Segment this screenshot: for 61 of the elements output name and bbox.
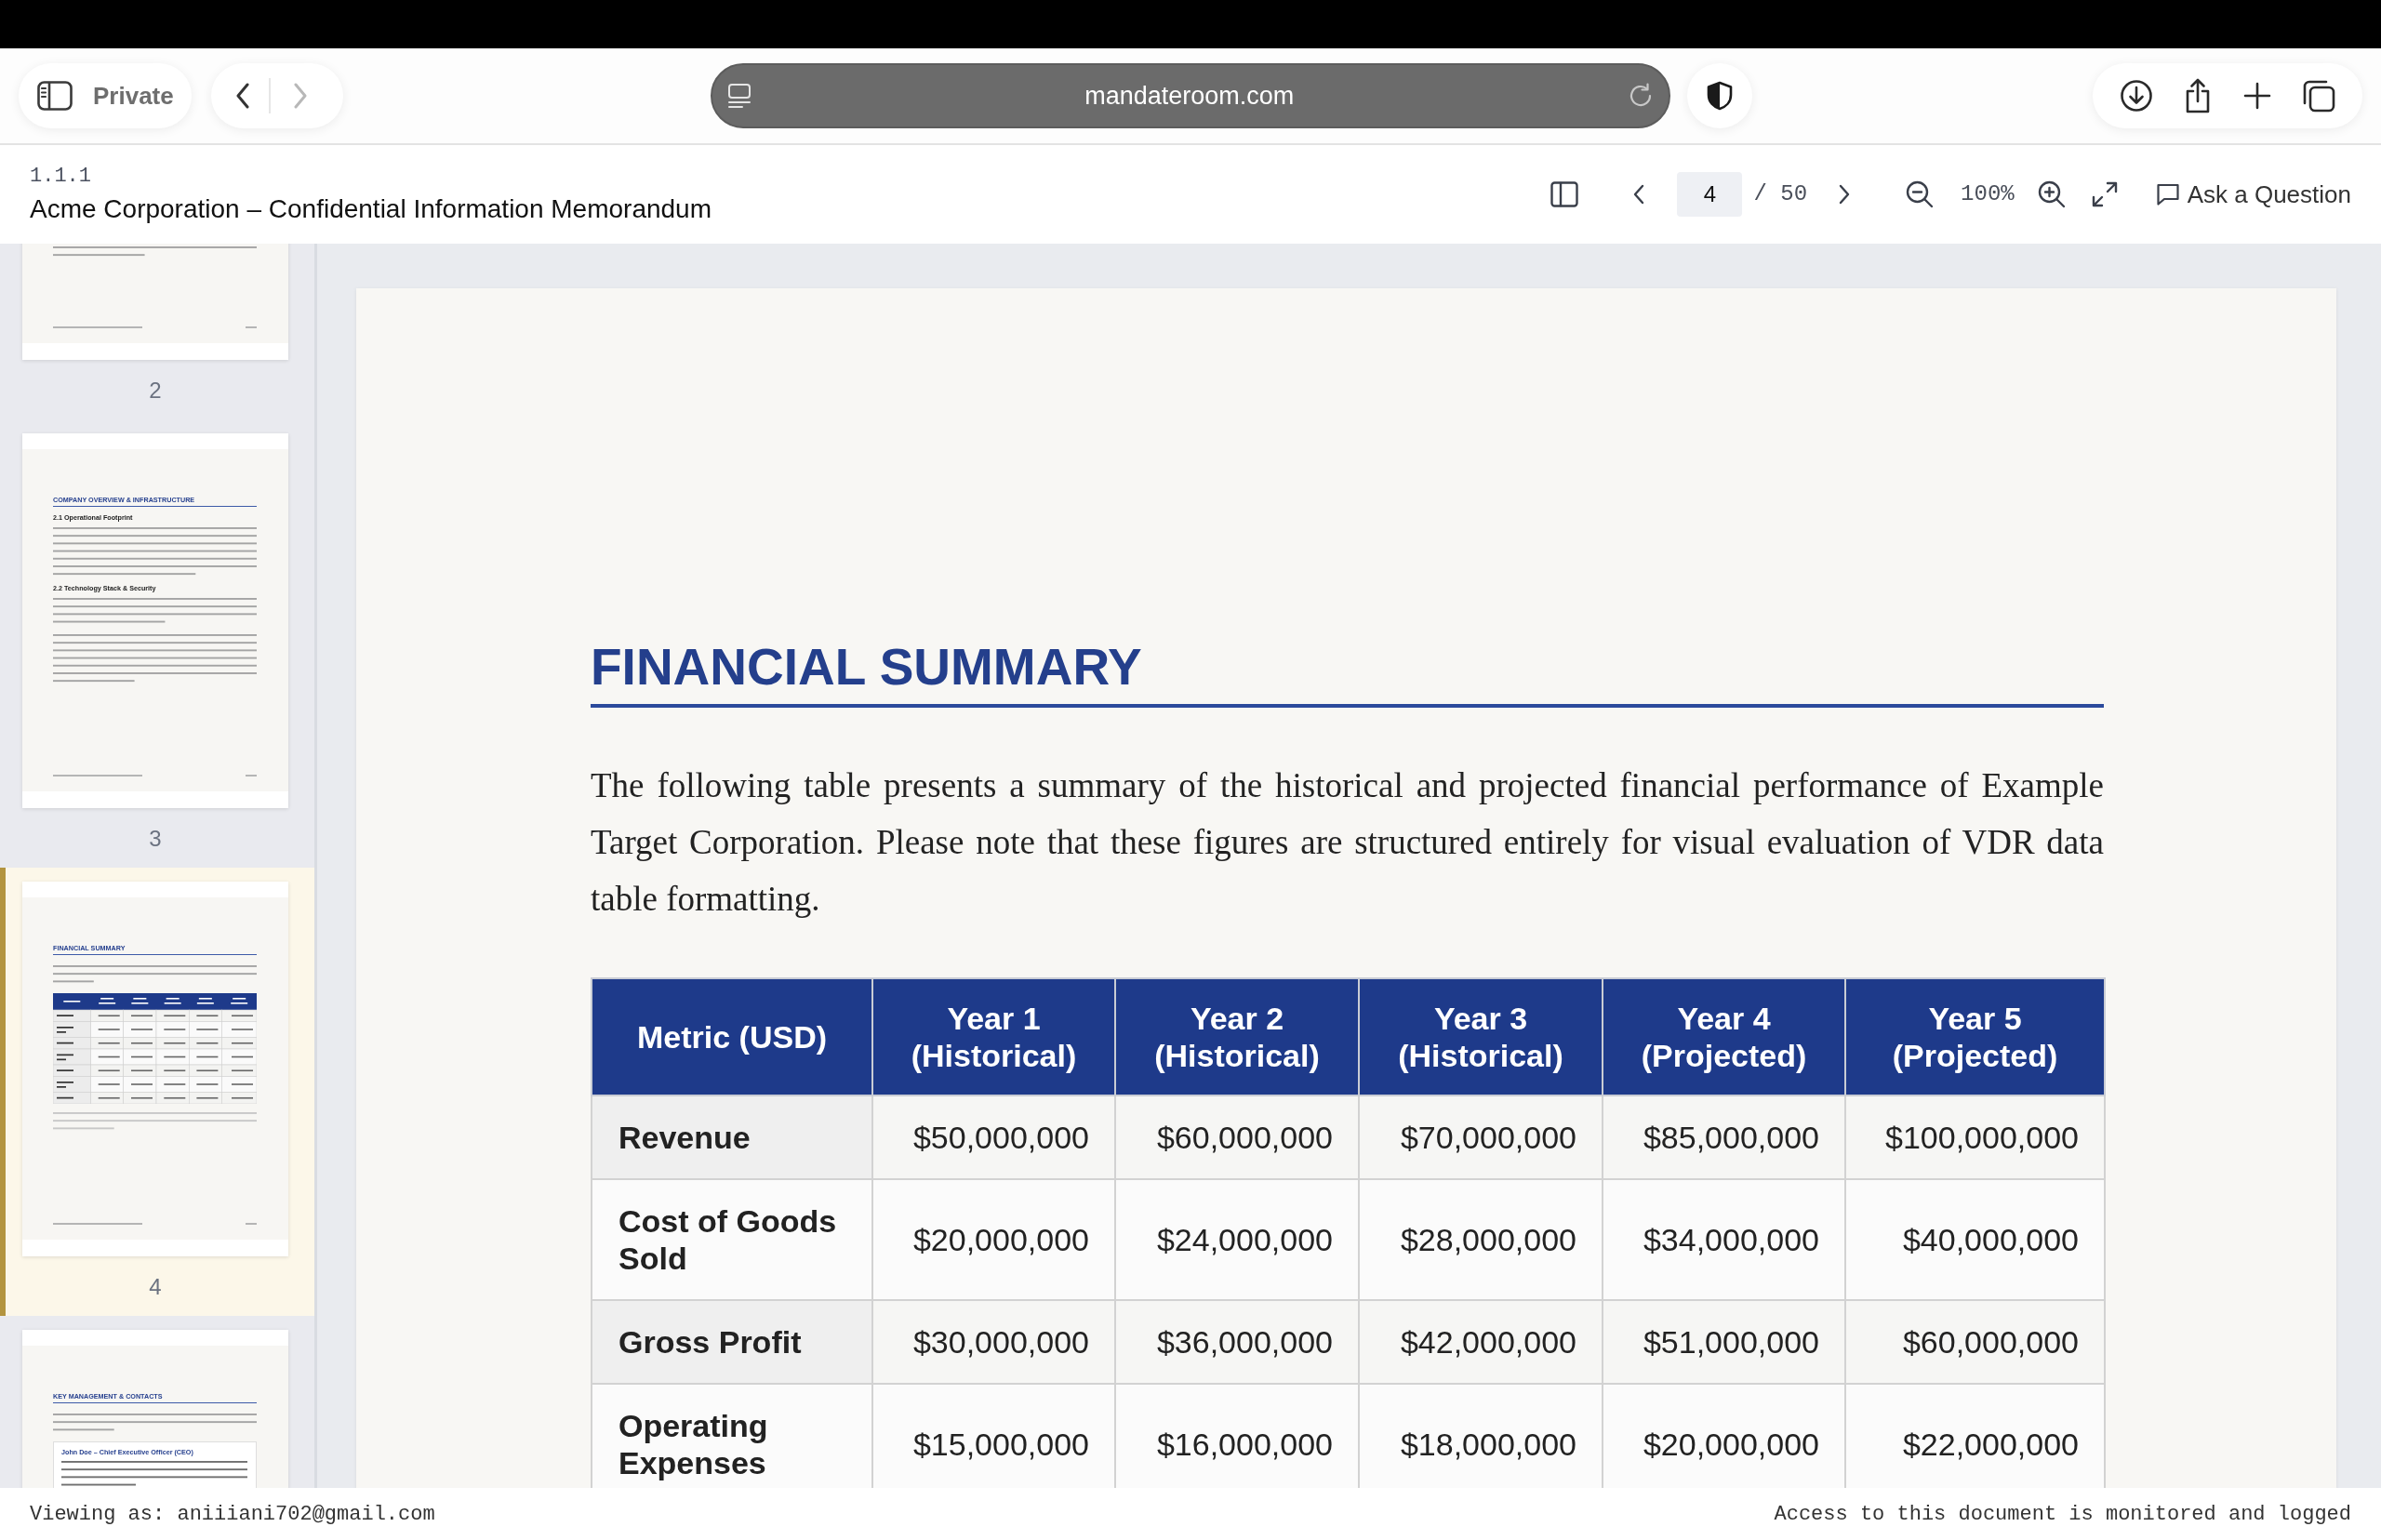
- document-title: Acme Corporation – Confidential Information Memorandum: [30, 192, 712, 225]
- sidebar-icon: [37, 81, 73, 111]
- table-header-cell: Year 1 (Historical): [872, 978, 1115, 1095]
- address-bar[interactable]: mandateroom.com: [710, 63, 1670, 128]
- version-label: 1.1.1: [30, 164, 91, 189]
- table-cell: $15,000,000: [872, 1384, 1115, 1488]
- table-header-cell: Year 3 (Historical): [1359, 978, 1603, 1095]
- chat-bubble-icon: [2155, 182, 2180, 206]
- ask-question-button[interactable]: Ask a Question: [2155, 176, 2351, 213]
- page-number-label: 2: [148, 377, 163, 404]
- monitoring-notice-text: Access to this document is monitored and logged: [1774, 1501, 2351, 1528]
- thumbnail-item[interactable]: 2: [0, 244, 314, 419]
- page-icon[interactable]: [726, 83, 752, 109]
- tabs-icon[interactable]: [2302, 79, 2336, 113]
- table-cell: $36,000,000: [1115, 1300, 1359, 1384]
- page-number-field[interactable]: 4: [1677, 172, 1743, 217]
- table-cell: $30,000,000: [872, 1300, 1115, 1384]
- private-sidebar-button[interactable]: Private: [19, 63, 192, 128]
- table-cell: $40,000,000: [1845, 1179, 2105, 1300]
- sidebar-panel-icon[interactable]: [1550, 181, 1579, 207]
- url-text: mandateroom.com: [1084, 80, 1296, 112]
- chevron-left-icon[interactable]: [234, 83, 250, 109]
- row-label-cell: Cost of Goods Sold: [592, 1179, 872, 1300]
- row-label-cell: Operating Expenses: [592, 1384, 872, 1488]
- table-cell: $70,000,000: [1359, 1095, 1603, 1179]
- table-cell: $22,000,000: [1845, 1384, 2105, 1488]
- table-cell: $60,000,000: [1845, 1300, 2105, 1384]
- shield-icon: [1706, 81, 1733, 111]
- table-cell: $60,000,000: [1115, 1095, 1359, 1179]
- zoom-level-text: 100%: [1961, 180, 2015, 208]
- table-header-cell: Year 4 (Projected): [1603, 978, 1845, 1095]
- table-cell: $20,000,000: [1603, 1384, 1845, 1488]
- table-header-cell: Year 5 (Projected): [1845, 978, 2105, 1095]
- page-number-label: 3: [148, 825, 163, 852]
- table-cell: $16,000,000: [1115, 1384, 1359, 1488]
- table-cell: $28,000,000: [1359, 1179, 1603, 1300]
- zoom-out-icon[interactable]: [1906, 180, 1935, 208]
- chevron-right-icon[interactable]: [1839, 184, 1851, 205]
- table-cell: $20,000,000: [872, 1179, 1115, 1300]
- page-heading: FINANCIAL SUMMARY: [591, 638, 1142, 696]
- table-cell: $42,000,000: [1359, 1300, 1603, 1384]
- body-paragraph: The following table presents a summary of the historical and projected financial performance of Example Target Corporation. Please note that these figures are structured entirely for visual evaluation of VDR data table formatting.: [591, 765, 2104, 920]
- plus-icon[interactable]: [2242, 82, 2271, 110]
- table-cell: $50,000,000: [872, 1095, 1115, 1179]
- table-header-cell: Year 2 (Historical): [1115, 978, 1359, 1095]
- zoom-in-icon[interactable]: [2037, 180, 2066, 208]
- table-header-cell: Metric (USD): [592, 978, 872, 1095]
- row-label-cell: Revenue: [592, 1095, 872, 1179]
- page-number-label: 4: [148, 1273, 163, 1300]
- download-icon[interactable]: [2119, 79, 2153, 113]
- table-cell: $100,000,000: [1845, 1095, 2105, 1179]
- row-label-cell: Gross Profit: [592, 1300, 872, 1384]
- table-cell: $51,000,000: [1603, 1300, 1845, 1384]
- page-count-text: / 50: [1753, 180, 1808, 208]
- table-cell: $85,000,000: [1603, 1095, 1845, 1179]
- chevron-left-icon[interactable]: [1633, 184, 1645, 205]
- viewer-email-text: Viewing as: aniiiani702@gmail.com: [30, 1501, 435, 1528]
- table-cell: $24,000,000: [1115, 1179, 1359, 1300]
- table-cell: $18,000,000: [1359, 1384, 1603, 1488]
- expand-icon[interactable]: [2091, 181, 2118, 207]
- table-cell: $34,000,000: [1603, 1179, 1845, 1300]
